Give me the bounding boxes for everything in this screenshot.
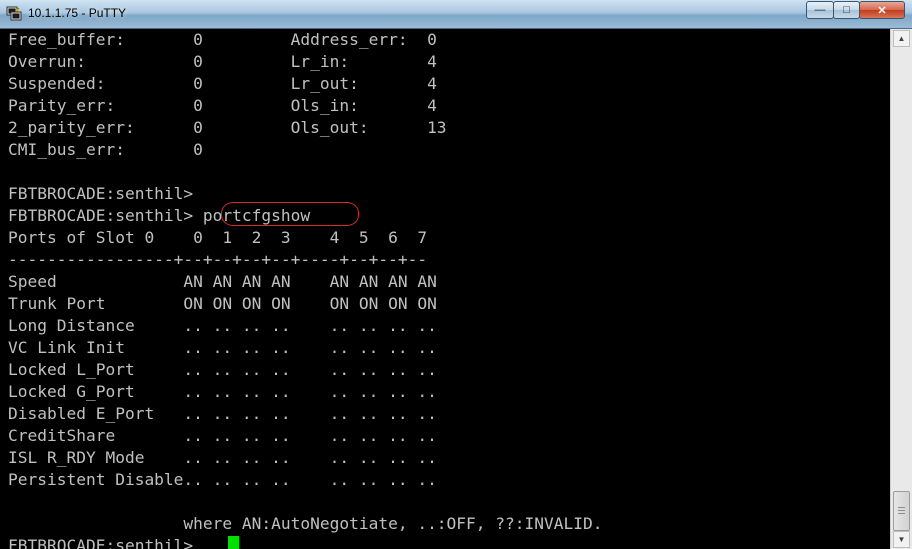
terminal-line: Speed AN AN AN AN AN AN AN AN: [8, 272, 437, 291]
terminal-line: -----------------+--+--+--+--+----+--+--…: [8, 250, 428, 269]
terminal-line: Trunk Port ON ON ON ON ON ON ON ON: [8, 294, 437, 313]
scroll-down-arrow-icon: ▼: [897, 535, 906, 544]
terminal-line: Locked L_Port .. .. .. .. .. .. .. ..: [8, 360, 437, 379]
grip-line: [898, 510, 905, 511]
terminal-line: Free_buffer: 0 Address_err: 0: [8, 30, 437, 49]
command-highlight-circle: [221, 202, 359, 226]
terminal-line: CMI_bus_err: 0: [8, 140, 203, 159]
scroll-thumb[interactable]: [893, 491, 910, 531]
terminal-line: Long Distance .. .. .. .. .. .. .. ..: [8, 316, 437, 335]
terminal-line: Disabled E_Port .. .. .. .. .. .. .. ..: [8, 404, 437, 423]
terminal-line: 2_parity_err: 0 Ols_out: 13: [8, 118, 447, 137]
terminal-prompt: FBTBROCADE:senthil>: [8, 536, 203, 549]
terminal-line: Overrun: 0 Lr_in: 4: [8, 52, 437, 71]
terminal-line: ISL R_RDY Mode .. .. .. .. .. .. .. ..: [8, 448, 437, 467]
terminal-line: where AN:AutoNegotiate, ..:OFF, ??:INVAL…: [8, 514, 603, 533]
terminal-line: Locked G_Port .. .. .. .. .. .. .. ..: [8, 382, 437, 401]
scroll-up-button[interactable]: ▲: [893, 30, 910, 47]
text-cursor: [228, 536, 239, 549]
scroll-down-button[interactable]: ▼: [893, 531, 910, 548]
putty-icon[interactable]: [6, 5, 22, 21]
terminal-line: Persistent Disable.. .. .. .. .. .. .. .…: [8, 470, 437, 489]
grip-line: [898, 507, 905, 508]
terminal-area[interactable]: Free_buffer: 0 Address_err: 0 Overrun: 0…: [0, 29, 890, 549]
minimize-icon: —: [814, 4, 826, 16]
minimize-button[interactable]: —: [806, 1, 834, 19]
window-title: 10.1.1.75 - PuTTY: [28, 6, 127, 20]
grip-line: [898, 513, 905, 514]
vertical-scrollbar[interactable]: ▲ ▼: [890, 29, 912, 549]
terminal-line: Suspended: 0 Lr_out: 4: [8, 74, 437, 93]
maximize-icon: □: [843, 4, 850, 16]
maximize-button[interactable]: □: [833, 1, 860, 19]
terminal-line: Parity_err: 0 Ols_in: 4: [8, 96, 437, 115]
terminal-line: VC Link Init .. .. .. .. .. .. .. ..: [8, 338, 437, 357]
terminal-line: Ports of Slot 0 0 1 2 3 4 5 6 7: [8, 228, 428, 247]
close-button[interactable]: ✕: [859, 1, 905, 19]
terminal-line: CreditShare .. .. .. .. .. .. .. ..: [8, 426, 437, 445]
title-bar[interactable]: 10.1.1.75 - PuTTY — □ ✕: [0, 0, 912, 29]
scroll-up-arrow-icon: ▲: [897, 34, 906, 43]
terminal-line: FBTBROCADE:senthil>: [8, 184, 194, 203]
putty-window: 10.1.1.75 - PuTTY — □ ✕ Free_buffer: 0 A…: [0, 0, 912, 549]
close-icon: ✕: [877, 4, 887, 17]
